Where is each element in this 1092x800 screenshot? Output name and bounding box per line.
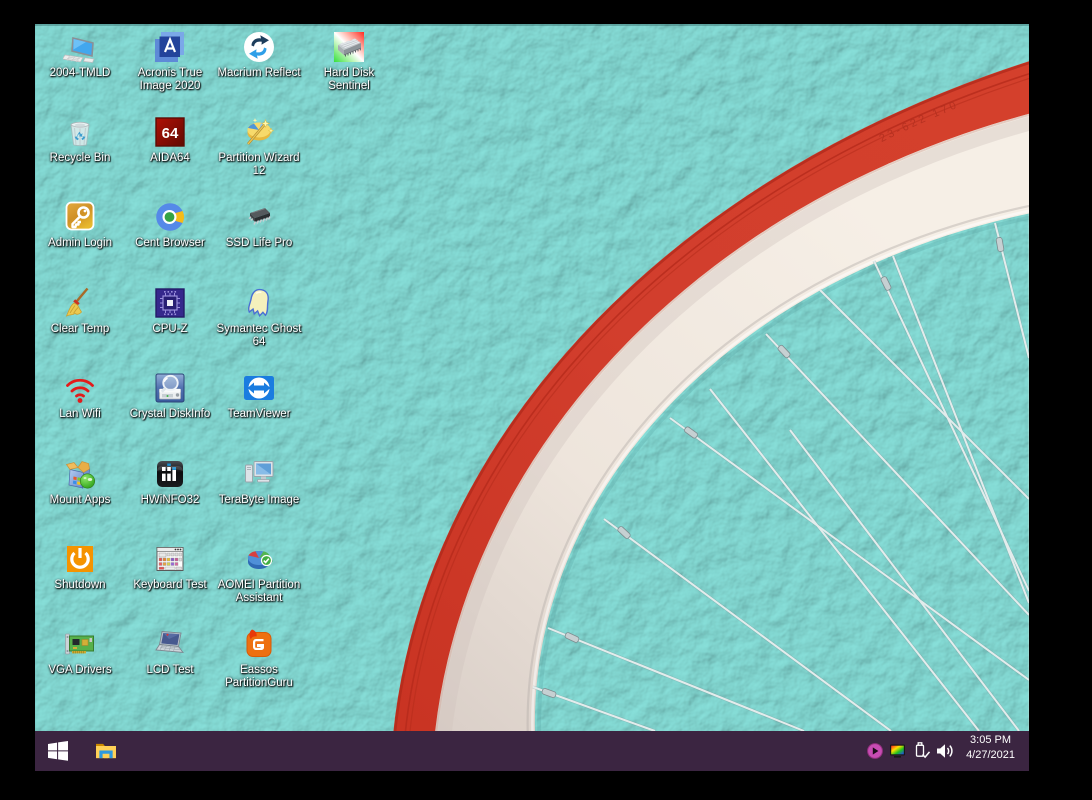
svg-text:64: 64 (162, 125, 179, 142)
